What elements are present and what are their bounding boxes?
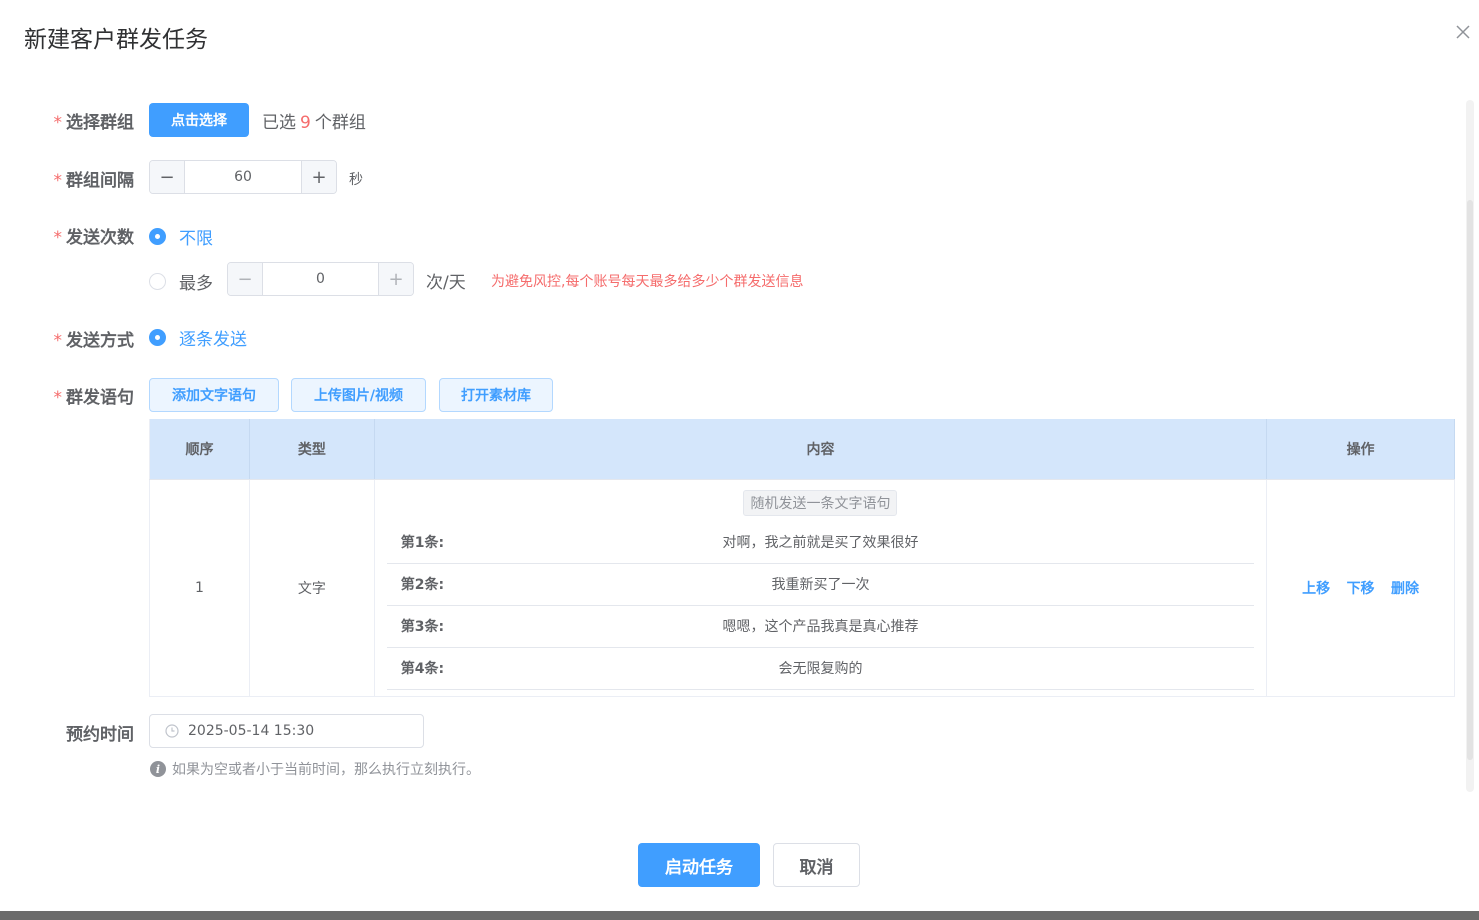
selected-groups-text: 已选 9 个群组 — [262, 113, 366, 133]
list-item: 第4条: 会无限复购的 — [386, 648, 1255, 690]
plus-icon[interactable]: + — [301, 161, 336, 193]
send-count-label: * 发送次数 — [53, 228, 135, 248]
cell-order: 1 — [149, 479, 250, 697]
scrollbar[interactable] — [1466, 100, 1474, 792]
dialog: 新建客户群发任务 * 选择群组 点击选择 已选 9 个群组 * 群组间隔 − 60 + … — [0, 0, 1479, 920]
cell-ops: 上移 下移 删除 — [1266, 479, 1455, 697]
start-task-button[interactable]: 启动任务 — [638, 843, 760, 887]
schedule-hint: i 如果为空或者小于当前时间，那么执行立刻执行。 — [150, 759, 480, 779]
max-count-input[interactable]: 0 — [263, 263, 378, 295]
group-label: * 选择群组 — [53, 113, 135, 133]
max-count-stepper[interactable]: − 0 + — [227, 262, 414, 296]
cell-type: 文字 — [249, 479, 375, 697]
header-type: 类型 — [249, 419, 375, 480]
radio-max[interactable]: 最多 — [149, 269, 213, 294]
radio-one-by-one[interactable]: 逐条发送 — [149, 325, 247, 350]
move-up-link[interactable]: 上移 — [1302, 581, 1330, 597]
schedule-value: 2025-05-14 15:30 — [188, 723, 315, 739]
open-library-button[interactable]: 打开素材库 — [439, 378, 553, 412]
bottom-bar — [0, 911, 1479, 920]
radio-dot[interactable] — [149, 228, 166, 245]
list-item: 第2条: 我重新买了一次 — [386, 564, 1255, 606]
header-content: 内容 — [374, 419, 1268, 480]
scrollbar-thumb[interactable] — [1467, 200, 1473, 760]
lines-list: 第1条: 对啊，我之前就是买了效果很好 第2条: 我重新买了一次 第3条: 嗯嗯… — [386, 522, 1255, 690]
header-ops: 操作 — [1266, 419, 1455, 480]
delete-link[interactable]: 删除 — [1391, 581, 1419, 597]
schedule-datetime-input[interactable]: 2025-05-14 15:30 — [149, 714, 424, 748]
table-row: 1 文字 随机发送一条文字语句 第1条: 对啊，我之前就是买了效果很好 第2条:… — [149, 479, 1455, 697]
random-tag: 随机发送一条文字语句 — [743, 489, 898, 516]
interval-label: * 群组间隔 — [53, 171, 135, 191]
interval-stepper[interactable]: − 60 + — [149, 160, 337, 194]
plus-icon[interactable]: + — [378, 263, 413, 295]
send-mode-label: * 发送方式 — [53, 331, 135, 351]
dialog-title: 新建客户群发任务 — [24, 27, 208, 53]
radio-unlimited[interactable]: 不限 — [149, 224, 213, 249]
radio-dot[interactable] — [149, 329, 166, 346]
upload-media-button[interactable]: 上传图片/视频 — [291, 378, 426, 412]
minus-icon[interactable]: − — [150, 161, 185, 193]
close-icon[interactable] — [1453, 22, 1473, 42]
header-order: 顺序 — [149, 419, 250, 480]
selected-count: 9 — [300, 113, 311, 133]
interval-unit: 秒 — [349, 172, 363, 188]
cell-content: 随机发送一条文字语句 第1条: 对啊，我之前就是买了效果很好 第2条: 我重新买… — [374, 479, 1268, 697]
cancel-button[interactable]: 取消 — [773, 843, 860, 887]
select-group-button[interactable]: 点击选择 — [149, 103, 249, 137]
radio-dot[interactable] — [149, 273, 166, 290]
add-text-button[interactable]: 添加文字语句 — [149, 378, 279, 412]
minus-icon[interactable]: − — [228, 263, 263, 295]
interval-input[interactable]: 60 — [185, 161, 301, 193]
move-down-link[interactable]: 下移 — [1347, 581, 1375, 597]
messages-label: * 群发语句 — [53, 388, 135, 408]
messages-table: 顺序 类型 内容 操作 1 文字 随机发送一条文字语句 第1条: 对啊，我之前就… — [149, 419, 1455, 697]
table-header-row: 顺序 类型 内容 操作 — [149, 419, 1455, 480]
max-count-unit: 次/天 — [426, 273, 466, 293]
list-item: 第1条: 对啊，我之前就是买了效果很好 — [386, 522, 1255, 564]
schedule-label: 预约时间 — [66, 725, 134, 745]
info-icon: i — [150, 761, 166, 777]
list-item: 第3条: 嗯嗯，这个产品我真是真心推荐 — [386, 606, 1255, 648]
clock-icon — [165, 724, 179, 738]
risk-warning: 为避免风控,每个账号每天最多给多少个群发送信息 — [491, 274, 804, 290]
